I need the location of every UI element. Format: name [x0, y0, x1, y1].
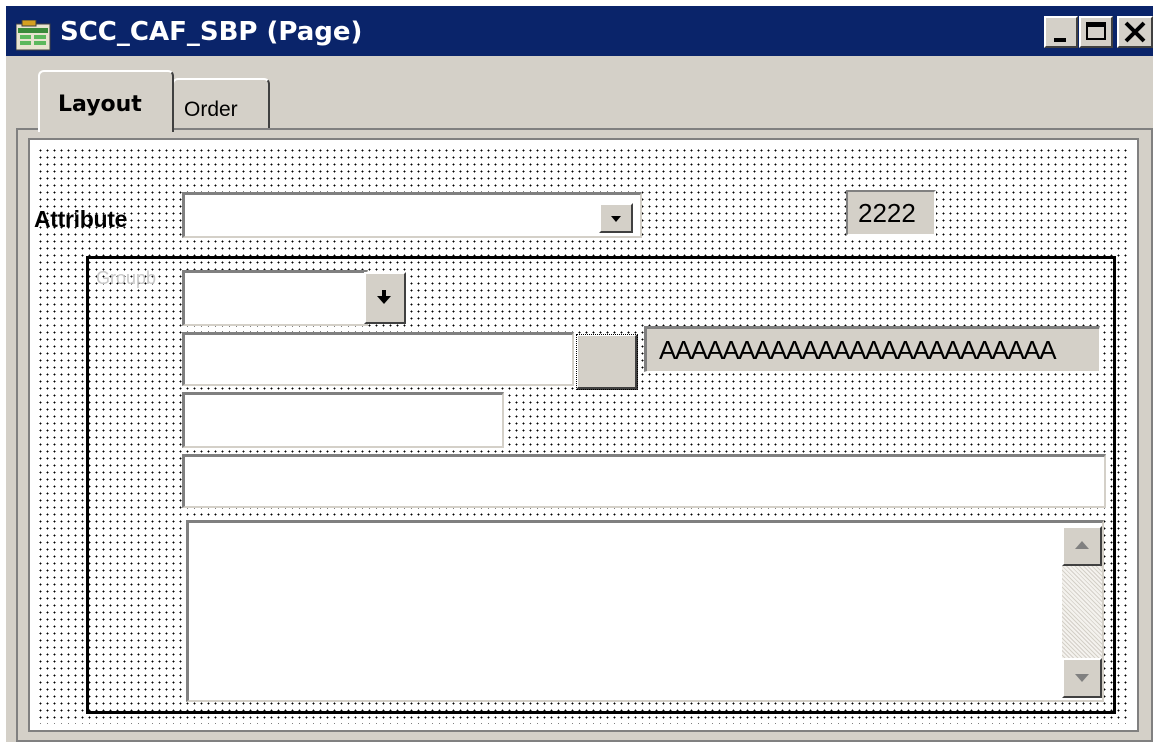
long-edit-box[interactable]: [186, 520, 1104, 702]
tab-strip: Order Layout: [6, 56, 1153, 134]
attribute-dropdown[interactable]: [182, 192, 642, 238]
arrow-up-icon: [1075, 541, 1089, 549]
window-title: SCC_CAF_SBP (Page): [60, 17, 363, 47]
display-only-field: AAAAAAAAAAAAAAAAAAAAAAAAA: [644, 326, 1100, 372]
attribute-label: Attribute: [34, 206, 128, 232]
number-display-field: 2222: [846, 190, 936, 236]
short-dropdown[interactable]: [182, 270, 368, 326]
chevron-down-icon: [611, 216, 621, 222]
tab-layout-label: Layout: [58, 92, 142, 117]
close-icon: [1124, 21, 1146, 43]
page-window: SCC_CAF_SBP (Page) Order Layout Attribut…: [4, 4, 1153, 742]
close-button[interactable]: [1117, 16, 1153, 48]
maximize-button[interactable]: [1079, 16, 1113, 48]
group-box-label: Groupb: [96, 268, 157, 288]
number-display-value: 2222: [858, 198, 916, 228]
attribute-dropdown-button[interactable]: [599, 203, 633, 233]
arrow-down-icon: [1075, 674, 1089, 682]
push-button[interactable]: [576, 334, 638, 390]
minimize-button[interactable]: [1044, 16, 1078, 48]
page-definition-icon: [16, 20, 51, 51]
wide-edit-field[interactable]: [182, 454, 1106, 508]
maximize-icon: [1086, 22, 1106, 40]
minimize-icon: [1054, 38, 1066, 42]
prompt-button[interactable]: [364, 272, 406, 324]
scroll-down-button[interactable]: [1062, 658, 1102, 698]
short-edit-field[interactable]: [182, 392, 504, 448]
arrow-down-icon: [377, 290, 391, 304]
scroll-up-button[interactable]: [1062, 526, 1102, 566]
edit-field[interactable]: [182, 332, 574, 386]
vertical-scrollbar[interactable]: [1062, 526, 1102, 698]
display-only-value: AAAAAAAAAAAAAAAAAAAAAAAAA: [659, 335, 1057, 365]
title-bar[interactable]: SCC_CAF_SBP (Page): [6, 6, 1153, 56]
tab-layout[interactable]: Layout: [38, 70, 174, 132]
tab-order[interactable]: Order: [172, 78, 270, 130]
tab-order-label: Order: [184, 98, 238, 121]
